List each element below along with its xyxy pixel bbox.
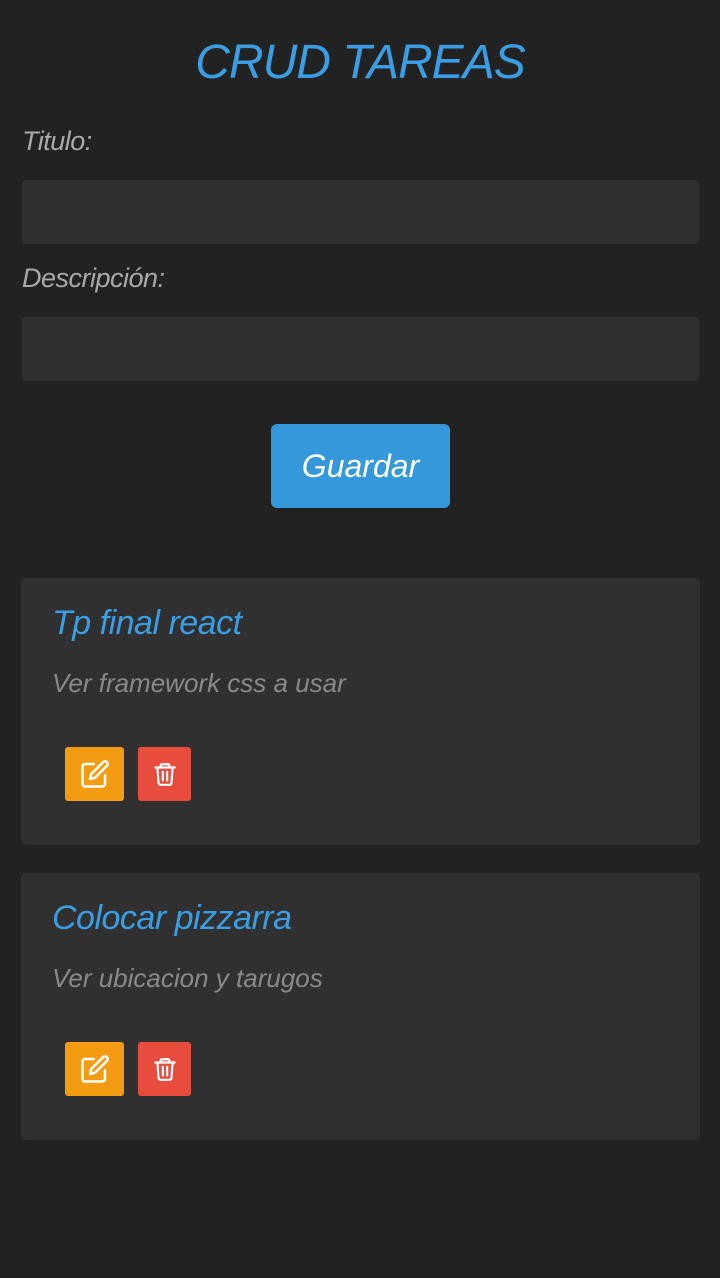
task-description: Ver ubicacion y tarugos [52,963,323,993]
delete-task-button[interactable] [138,747,191,801]
titulo-input[interactable] [22,180,699,244]
task-title: Tp final react [52,604,242,642]
app-root: CRUD TAREAS Titulo: Descripción: Guardar… [0,0,720,1278]
descripcion-label: Descripción: [22,263,165,293]
save-button[interactable]: Guardar [271,424,450,508]
task-description: Ver framework css a usar [52,668,346,698]
edit-task-button[interactable] [65,747,124,801]
task-card: Colocar pizzarra Ver ubicacion y tarugos [21,873,700,1140]
descripcion-input[interactable] [22,317,699,381]
task-title: Colocar pizzarra [52,899,292,937]
trash-icon [153,1058,176,1081]
edit-task-button[interactable] [65,1042,124,1096]
page-title: CRUD TAREAS [195,36,525,89]
trash-icon [153,763,176,786]
titulo-label: Titulo: [22,126,92,156]
delete-task-button[interactable] [138,1042,191,1096]
task-card: Tp final react Ver framework css a usar [21,578,700,845]
edit-icon [80,760,109,788]
edit-icon [80,1055,109,1083]
